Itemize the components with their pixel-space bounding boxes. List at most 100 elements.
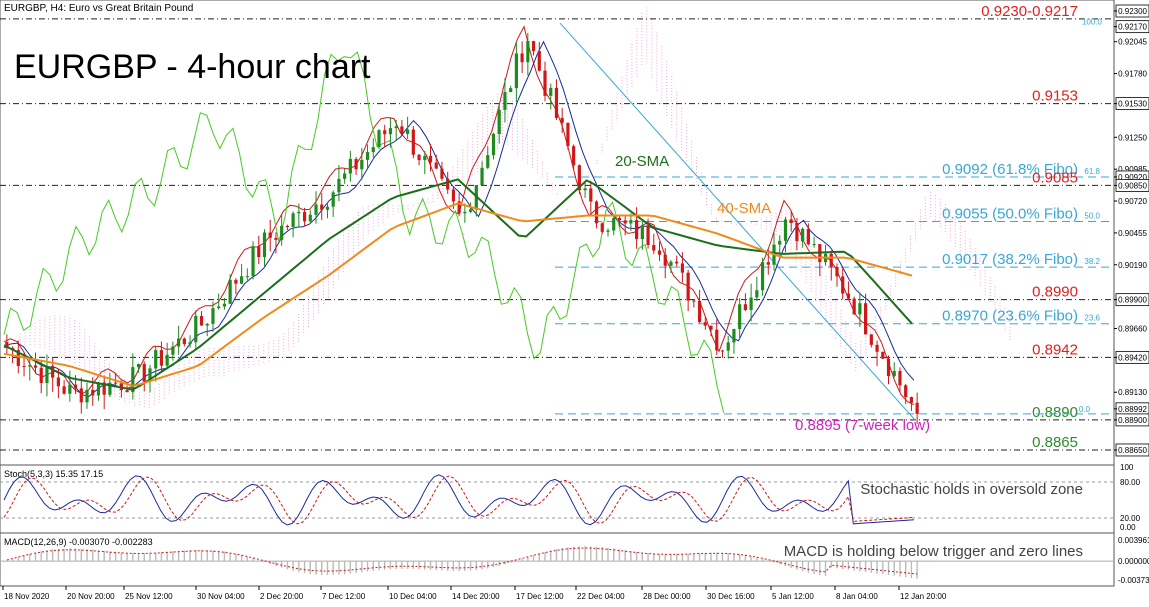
price-axis-label: 0.89130	[1118, 388, 1147, 397]
candle-body	[904, 385, 908, 398]
candle-body	[62, 386, 66, 394]
time-axis-label: 20 Nov 20:00	[67, 592, 115, 601]
fib-tag: 61.8	[1084, 167, 1100, 176]
candle-body	[285, 225, 289, 227]
time-axis-label: 17 Dec 12:00	[516, 592, 564, 601]
candle-body	[182, 338, 186, 345]
time-axis-label: 10 Dec 04:00	[389, 592, 437, 601]
time-axis-label: 28 Dec 00:00	[643, 592, 691, 601]
candle-body	[623, 220, 627, 224]
candle-body	[864, 303, 868, 335]
candle-body	[886, 358, 891, 377]
candle-body	[159, 350, 164, 366]
candle-body	[635, 220, 639, 240]
candle-body	[308, 214, 312, 222]
candle-body	[188, 342, 192, 345]
candle-body	[617, 217, 622, 221]
candle-body	[142, 364, 146, 382]
stoch-axis-label: 0.00	[1120, 523, 1136, 532]
level-label: 0.9055 (50.0% Fibo)	[942, 205, 1078, 222]
candle-body	[583, 188, 587, 191]
candle-body	[892, 370, 896, 377]
candle-body	[114, 382, 118, 384]
candle-body	[560, 117, 564, 123]
candle-body	[56, 377, 60, 387]
candle-body	[646, 225, 650, 245]
level-label: 0.8970 (23.6% Fibo)	[942, 308, 1078, 325]
candle-body	[486, 155, 490, 168]
time-axis-label: 18 Nov 2020	[4, 592, 50, 601]
candle-body	[881, 351, 885, 359]
stoch-axis-label: 20.00	[1120, 514, 1141, 523]
candle-body	[136, 364, 141, 368]
candle-body	[778, 240, 782, 245]
candle-body	[343, 173, 347, 179]
candle-body	[898, 370, 902, 386]
price-axis-label: 0.90190	[1118, 261, 1147, 270]
candle-body	[514, 53, 518, 89]
candle-body	[468, 209, 473, 212]
candle-body	[549, 87, 553, 96]
candle-body	[451, 189, 456, 202]
candle-body	[663, 254, 667, 266]
candle-body	[348, 158, 352, 174]
time-axis-label: 2 Dec 20:00	[260, 592, 304, 601]
candle-body	[858, 303, 862, 315]
time-axis-label: 25 Nov 12:00	[125, 592, 173, 601]
candle-body	[657, 250, 662, 255]
candle-body	[640, 225, 644, 240]
candle-body	[262, 232, 267, 258]
candle-body	[503, 92, 507, 110]
candle-body	[211, 308, 215, 324]
candle-body	[91, 389, 95, 396]
candle-body	[325, 206, 330, 210]
candle-body	[354, 158, 358, 170]
stoch-panel-frame	[0, 464, 1115, 534]
price-axis-label: 0.90850	[1118, 181, 1147, 190]
candle-body	[600, 223, 604, 232]
candle-body	[629, 220, 633, 224]
candle-body	[274, 237, 278, 240]
candle-body	[68, 384, 72, 394]
time-axis-label: 8 Jan 04:00	[836, 592, 878, 601]
candle-body	[291, 213, 295, 227]
price-axis-label: 0.88900	[1118, 416, 1147, 425]
candle-body	[543, 70, 547, 96]
price-axis-label: 0.90455	[1118, 229, 1147, 238]
price-axis-label: 0.88650	[1118, 446, 1147, 455]
candle-body	[909, 397, 914, 403]
candle-body	[806, 228, 810, 245]
candle-body	[73, 384, 78, 389]
candle-body	[314, 204, 318, 215]
chart-canvas: 0.9230-0.92170.91530.9092 (61.8% Fibo) 61…	[0, 0, 1149, 601]
fib-tag: 50.0	[1084, 211, 1100, 220]
candle-body	[365, 152, 370, 160]
candle-body	[835, 266, 839, 277]
candle-body	[268, 232, 272, 238]
candle-body	[680, 263, 685, 273]
fib-tag-100: 100.0	[1082, 18, 1103, 27]
candle-body	[280, 225, 284, 240]
level-label: 0.9085	[1032, 169, 1078, 186]
candle-body	[440, 168, 444, 179]
candle-body	[766, 262, 770, 265]
candle-body	[194, 315, 198, 343]
candle-body	[377, 130, 381, 148]
candle-body	[812, 244, 816, 246]
candle-body	[28, 365, 32, 367]
candle-body	[251, 246, 255, 277]
fib-tag: 23.6	[1084, 314, 1100, 323]
candle-body	[697, 300, 702, 323]
candle-body	[686, 272, 690, 301]
fib-tag: 38.2	[1084, 257, 1100, 266]
candle-body	[165, 354, 169, 366]
candle-body	[783, 219, 788, 241]
price-axis-label: 0.89660	[1118, 325, 1147, 334]
price-axis-label: 0.91780	[1118, 70, 1147, 79]
candle-body	[749, 297, 753, 310]
candle-body	[612, 217, 616, 231]
candle-body	[480, 167, 484, 186]
stoch-axis-label: 100	[1120, 463, 1134, 472]
candle-body	[33, 365, 38, 368]
level-label: 0.9153	[1032, 88, 1078, 105]
